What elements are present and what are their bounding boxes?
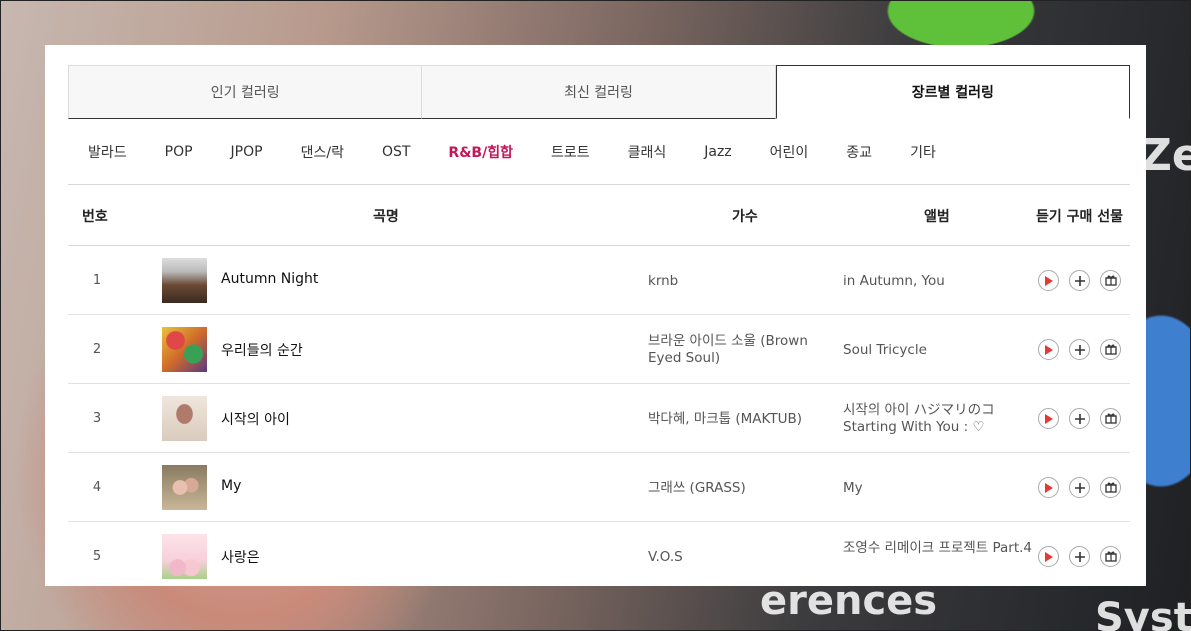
row-number: 5 <box>92 549 102 564</box>
song-title[interactable]: 시작의 아이 <box>221 409 290 429</box>
gift-icon <box>1104 482 1117 493</box>
tab-label: 인기 컬러링 <box>210 85 280 101</box>
row-number: 2 <box>92 342 102 357</box>
buy-button[interactable] <box>1069 408 1090 429</box>
plus-icon <box>1074 344 1085 355</box>
song-album[interactable]: 시작의 아이 ハジマリのコ Starting With You : ♡ <box>843 402 1033 436</box>
song-title[interactable]: Autumn Night <box>221 271 318 287</box>
song-title[interactable]: 우리들의 순간 <box>221 340 303 360</box>
genre-kids[interactable]: 어린이 <box>770 142 809 162</box>
play-button[interactable] <box>1038 477 1059 498</box>
table-row: 5 사랑은 V.O.S 조영수 리메이크 프로젝트 Part.4 <box>68 522 1130 586</box>
gift-icon <box>1104 413 1117 424</box>
table-header: 번호 곡명 가수 앨범 듣기 구매 선물 <box>68 185 1130 246</box>
gift-button[interactable] <box>1100 339 1121 360</box>
row-actions <box>1038 408 1131 429</box>
buy-button[interactable] <box>1069 339 1090 360</box>
row-number: 3 <box>92 411 102 426</box>
album-cover[interactable] <box>162 327 207 372</box>
album-cover[interactable] <box>162 396 207 441</box>
song-album[interactable]: Soul Tricycle <box>843 342 1033 359</box>
background-text-ze: Ze <box>1140 130 1191 181</box>
coloring-panel: 인기 컬러링 최신 컬러링 장르별 컬러링 발라드 POP JPOP 댄스/락 … <box>45 45 1146 586</box>
genre-classical[interactable]: 클래식 <box>628 142 667 162</box>
play-icon <box>1045 344 1053 355</box>
plus-icon <box>1074 275 1085 286</box>
tab-latest-coloring[interactable]: 최신 컬러링 <box>422 65 776 119</box>
song-title[interactable]: 사랑은 <box>221 547 260 567</box>
genre-ost[interactable]: OST <box>382 144 410 160</box>
gift-button[interactable] <box>1100 477 1121 498</box>
genre-religion[interactable]: 종교 <box>846 142 872 162</box>
tab-popular-coloring[interactable]: 인기 컬러링 <box>68 65 423 119</box>
row-actions <box>1038 546 1131 567</box>
song-album[interactable]: in Autumn, You <box>843 273 1033 290</box>
table-row: 3 시작의 아이 박다혜, 마크툽 (MAKTUB) 시작의 아이 ハジマリのコ… <box>68 384 1130 453</box>
play-icon <box>1045 482 1053 493</box>
table-row: 4 My 그래쓰 (GRASS) My <box>68 453 1130 522</box>
background-text-syst: Syst <box>1095 595 1191 631</box>
play-button[interactable] <box>1038 339 1059 360</box>
header-title: 곡명 <box>373 209 399 225</box>
genre-pop[interactable]: POP <box>165 144 193 160</box>
album-cover[interactable] <box>162 534 207 579</box>
row-actions <box>1038 477 1131 498</box>
category-tabs: 인기 컬러링 최신 컬러링 장르별 컬러링 <box>68 65 1130 119</box>
header-actions: 듣기 구매 선물 <box>1036 209 1124 225</box>
tab-label: 장르별 컬러링 <box>911 85 994 101</box>
album-cover[interactable] <box>162 258 207 303</box>
header-number: 번호 <box>82 209 108 225</box>
buy-button[interactable] <box>1069 477 1090 498</box>
genre-trot[interactable]: 트로트 <box>551 142 590 162</box>
gift-icon <box>1104 551 1117 562</box>
plus-icon <box>1074 482 1085 493</box>
play-button[interactable] <box>1038 270 1059 291</box>
tab-genre-coloring[interactable]: 장르별 컬러링 <box>775 65 1130 119</box>
gift-button[interactable] <box>1100 408 1121 429</box>
song-artist[interactable]: 브라운 아이드 소울 (Brown Eyed Soul) <box>648 333 833 367</box>
gift-button[interactable] <box>1100 270 1121 291</box>
plus-icon <box>1074 413 1085 424</box>
play-icon <box>1045 551 1053 562</box>
song-artist[interactable]: V.O.S <box>648 549 833 566</box>
song-album[interactable]: 조영수 리메이크 프로젝트 Part.4 <box>843 540 1033 557</box>
header-artist: 가수 <box>732 209 758 225</box>
song-title[interactable]: My <box>221 478 241 494</box>
song-album[interactable]: My <box>843 480 1033 497</box>
tab-label: 최신 컬러링 <box>564 85 633 101</box>
row-actions <box>1038 339 1131 360</box>
buy-button[interactable] <box>1069 270 1090 291</box>
plus-icon <box>1074 551 1085 562</box>
buy-button[interactable] <box>1069 546 1090 567</box>
genre-dance-rock[interactable]: 댄스/락 <box>301 142 344 162</box>
play-icon <box>1045 413 1053 424</box>
table-row: 1 Autumn Night krnb in Autumn, You <box>68 246 1130 315</box>
song-artist[interactable]: krnb <box>648 273 833 290</box>
play-button[interactable] <box>1038 408 1059 429</box>
genre-jazz[interactable]: Jazz <box>704 144 731 160</box>
album-cover[interactable] <box>162 465 207 510</box>
gift-button[interactable] <box>1100 546 1121 567</box>
header-album: 앨범 <box>924 209 950 225</box>
genre-ballad[interactable]: 발라드 <box>88 142 127 162</box>
song-artist[interactable]: 박다혜, 마크툽 (MAKTUB) <box>648 411 833 428</box>
row-number: 1 <box>92 273 102 288</box>
play-icon <box>1045 275 1053 286</box>
genre-rnb-hiphop[interactable]: R&B/힙합 <box>448 142 513 162</box>
row-actions <box>1038 270 1131 291</box>
gift-icon <box>1104 344 1117 355</box>
table-row: 2 우리들의 순간 브라운 아이드 소울 (Brown Eyed Soul) S… <box>68 315 1130 384</box>
genre-etc[interactable]: 기타 <box>910 142 936 162</box>
genre-jpop[interactable]: JPOP <box>231 144 263 160</box>
gift-icon <box>1104 275 1117 286</box>
row-number: 4 <box>92 480 102 495</box>
genre-filter-bar: 발라드 POP JPOP 댄스/락 OST R&B/힙합 트로트 클래식 Jaz… <box>68 119 1130 185</box>
song-artist[interactable]: 그래쓰 (GRASS) <box>648 480 833 497</box>
play-button[interactable] <box>1038 546 1059 567</box>
